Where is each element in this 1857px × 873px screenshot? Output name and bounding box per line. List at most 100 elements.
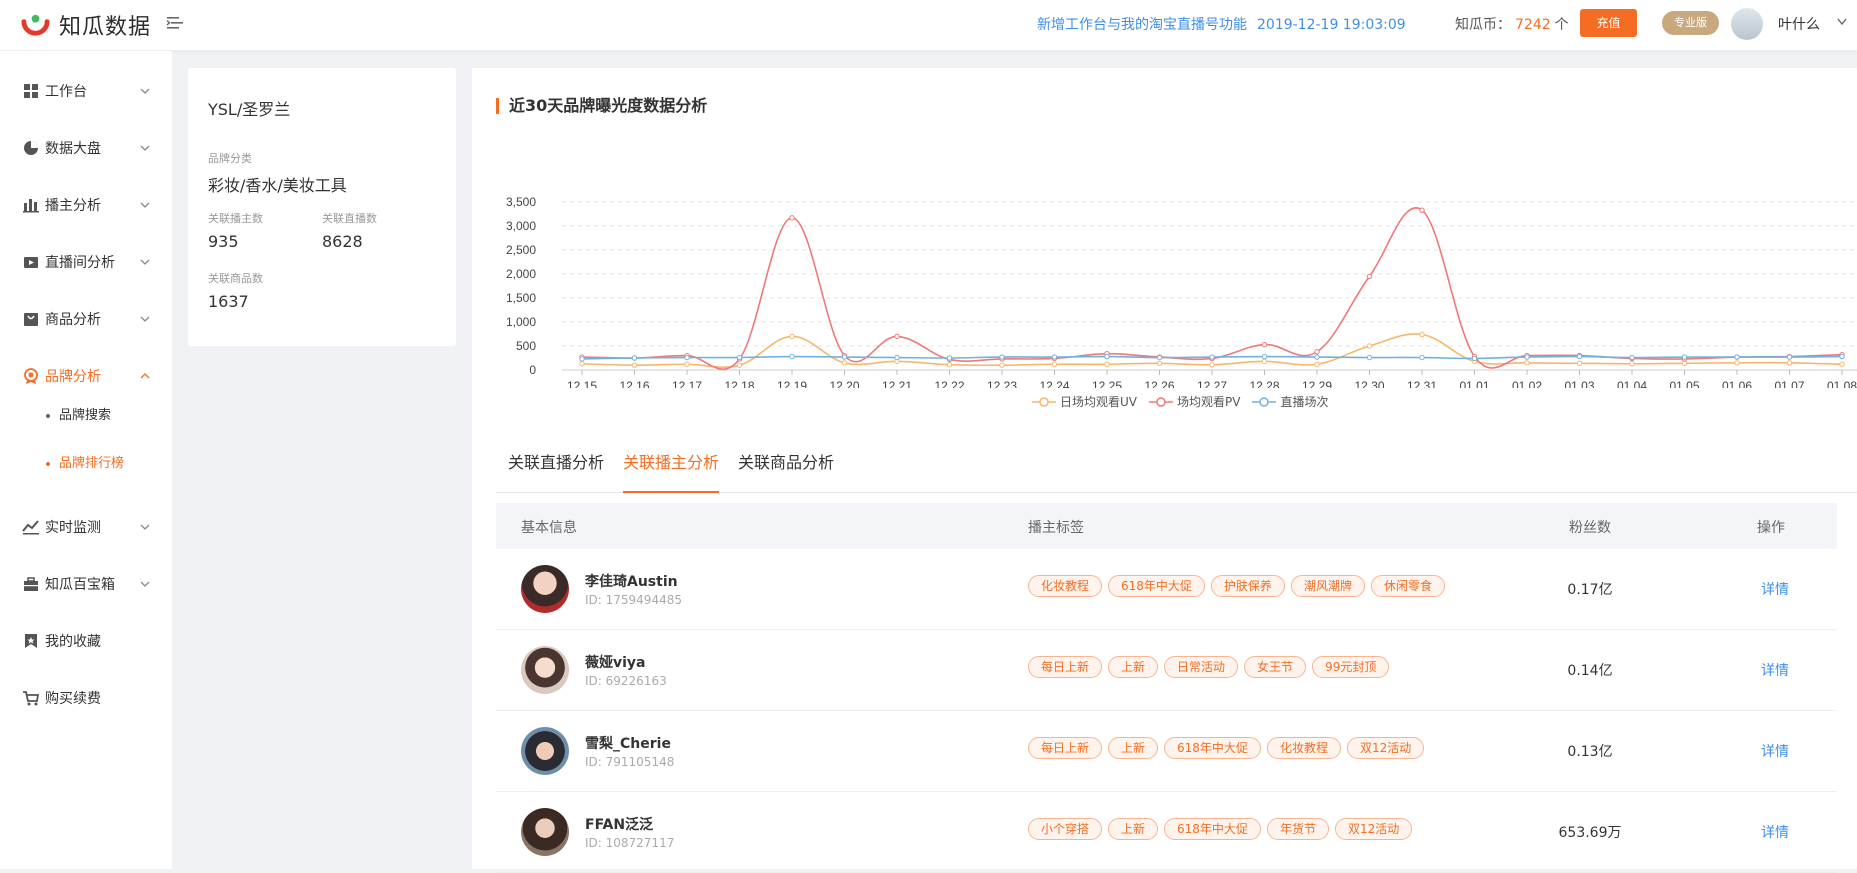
data-point — [841, 360, 848, 366]
tab-related-lives[interactable]: 关联直播分析 — [508, 448, 604, 493]
data-point — [1419, 354, 1425, 361]
data-point — [1629, 361, 1635, 367]
streamer-id: ID: 108727117 — [585, 836, 675, 850]
sidebar-item-label: 知瓜百宝箱 — [45, 577, 115, 593]
caret-down-icon[interactable] — [1837, 18, 1847, 26]
brand-name: YSL/圣罗兰 — [208, 100, 291, 119]
avatar[interactable] — [521, 646, 569, 694]
avatar[interactable] — [521, 565, 569, 613]
data-point — [1681, 360, 1688, 366]
x-tick-label: 01.01 — [1459, 379, 1489, 388]
avatar[interactable] — [521, 727, 569, 775]
sidebar-item-purchase[interactable]: 购买续费 — [0, 678, 172, 718]
notice[interactable]: 新增工作台与我的淘宝直播号功能 2019-12-19 19:03:09 — [1037, 14, 1406, 34]
data-point — [894, 354, 900, 361]
sidebar-item-brand-analysis[interactable]: 品牌分析 — [0, 356, 172, 396]
tag: 上新 — [1108, 818, 1159, 840]
sidebar-item-workbench[interactable]: 工作台 — [0, 71, 172, 111]
sidebar-item-favorites[interactable]: 我的收藏 — [0, 621, 172, 661]
tab-related-goods[interactable]: 关联商品分析 — [738, 448, 834, 493]
y-tick-label: 3,500 — [506, 195, 536, 209]
data-point — [1261, 353, 1268, 360]
tag: 618年中大促 — [1108, 575, 1205, 597]
brand-info-card: YSL/圣罗兰 品牌分类 彩妆/香水/美妆工具 关联播主数 935 关联直播数 … — [188, 68, 456, 346]
header-action: 操作 — [1757, 520, 1785, 536]
data-point — [1156, 360, 1163, 366]
x-tick-label: 12.16 — [619, 379, 649, 388]
legend-item-sessions[interactable]: 直播场次 — [1252, 393, 1328, 410]
tag: 女王节 — [1244, 656, 1307, 678]
exposure-line-chart: 0 500 1,000 1,500 2,000 2,500 3,000 3,500 12.15 1… — [506, 195, 1857, 388]
tag: 每日上新 — [1028, 656, 1103, 678]
data-point — [1261, 341, 1268, 348]
x-tick-label: 12.30 — [1354, 379, 1384, 388]
sidebar-item-realtime-monitor[interactable]: 实时监测 — [0, 507, 172, 547]
menu-fold-icon[interactable] — [166, 14, 184, 32]
coins-value: 7242 — [1515, 17, 1551, 33]
tab-related-streamers[interactable]: 关联播主分析 — [623, 448, 720, 493]
data-point — [1104, 353, 1110, 360]
logo[interactable]: 知瓜数据 — [20, 9, 151, 41]
data-point — [1261, 358, 1268, 365]
detail-link[interactable]: 详情 — [1761, 822, 1789, 842]
sidebar-subitem-brand-search[interactable]: 品牌搜索 — [46, 404, 111, 423]
x-tick-label: 12.24 — [1039, 379, 1069, 388]
bullet-dot — [46, 413, 50, 418]
tag: 双12活动 — [1334, 818, 1413, 840]
y-tick-label: 3,000 — [506, 219, 536, 233]
x-tick-label: 12.25 — [1092, 379, 1122, 388]
streamer-name[interactable]: FFAN泛泛 — [585, 814, 653, 834]
tag: 护肤保养 — [1210, 575, 1285, 597]
sidebar-item-live-room-analysis[interactable]: 直播间分析 — [0, 242, 172, 282]
sidebar-item-label: 数据大盘 — [45, 141, 101, 157]
tag: 618年中大促 — [1164, 818, 1261, 840]
x-tick-label: 12.20 — [829, 379, 859, 388]
x-tick-label: 01.06 — [1722, 379, 1752, 388]
streamer-name[interactable]: 雪梨_Cherie — [585, 733, 671, 753]
data-point — [1209, 354, 1215, 360]
chevron-up-icon — [140, 373, 150, 379]
x-tick-label: 01.05 — [1669, 379, 1699, 388]
data-point — [1839, 353, 1845, 360]
x-tick-label: 12.31 — [1407, 379, 1437, 388]
recharge-button[interactable]: 充值 — [1580, 9, 1637, 37]
data-point — [1314, 349, 1320, 355]
x-tick-label: 12.29 — [1302, 379, 1332, 388]
sidebar-item-dashboard[interactable]: 数据大盘 — [0, 128, 172, 168]
detail-link[interactable]: 详情 — [1761, 660, 1789, 680]
data-point — [1419, 331, 1425, 338]
sidebar-subitem-brand-ranking[interactable]: 品牌排行榜 — [46, 452, 124, 471]
sidebar-item-label: 实时监测 — [45, 520, 101, 536]
x-tick-label: 12.15 — [567, 379, 597, 388]
legend-marker — [1149, 396, 1173, 407]
detail-link[interactable]: 详情 — [1761, 741, 1789, 761]
data-point — [946, 355, 953, 361]
chevron-down-icon — [140, 202, 150, 208]
data-point — [684, 354, 690, 361]
username[interactable]: 叶什么 — [1778, 14, 1820, 34]
legend-label: 日场均观看UV — [1060, 395, 1137, 409]
x-tick-label: 12.19 — [777, 379, 807, 388]
data-point — [1419, 207, 1425, 213]
legend-label: 直播场次 — [1280, 395, 1329, 409]
sidebar-item-toolbox[interactable]: 知瓜百宝箱 — [0, 564, 172, 604]
tag-list: 每日上新 上新 日常活动 女王节 99元封顶 — [1028, 656, 1395, 678]
sidebar-item-goods-analysis[interactable]: 商品分析 — [0, 299, 172, 339]
streamer-name[interactable]: 李佳琦Austin — [585, 571, 678, 591]
y-tick-label: 1,000 — [506, 315, 536, 329]
logo-text: 知瓜数据 — [59, 15, 152, 40]
avatar[interactable] — [521, 808, 569, 856]
legend-item-uv[interactable]: 日场均观看UV — [1032, 393, 1137, 410]
sidebar-item-label: 工作台 — [45, 84, 87, 100]
data-point — [1051, 361, 1058, 367]
data-point — [841, 354, 848, 360]
user-avatar[interactable] — [1731, 8, 1763, 40]
detail-link[interactable]: 详情 — [1761, 579, 1789, 599]
sidebar-item-streamer-analysis[interactable]: 播主分析 — [0, 185, 172, 225]
legend-marker — [1252, 396, 1277, 407]
streamer-name[interactable]: 薇娅viya — [585, 652, 646, 672]
pro-badge[interactable]: 专业版 — [1662, 11, 1719, 35]
data-point — [631, 355, 638, 361]
x-tick-label: 12.17 — [672, 379, 702, 388]
legend-item-pv[interactable]: 场均观看PV — [1149, 393, 1240, 410]
